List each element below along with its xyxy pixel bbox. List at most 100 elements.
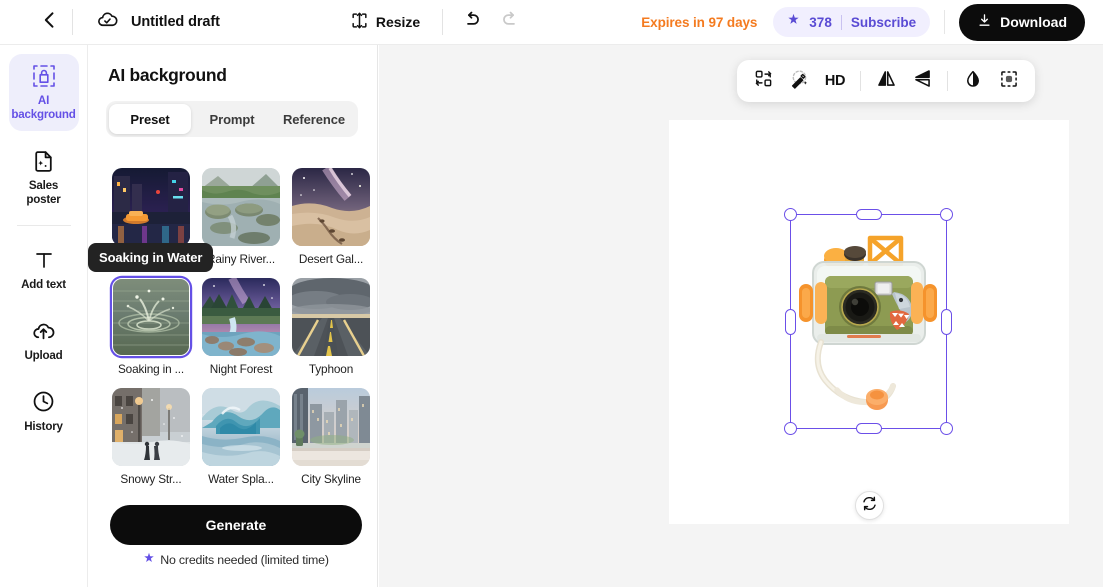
preset-thumbnail <box>112 278 190 356</box>
resize-handle-bottom-left[interactable] <box>784 422 797 435</box>
preset-item[interactable]: Night Forest <box>202 278 280 376</box>
preset-label: Night Forest <box>209 362 273 376</box>
preset-thumbnail <box>292 278 370 356</box>
flip-vertical-button[interactable] <box>907 66 937 96</box>
generate-button[interactable]: Generate <box>110 505 362 545</box>
panel-tabbar: Preset Prompt Reference <box>106 101 358 137</box>
sales-poster-icon <box>31 148 56 174</box>
tab-reference[interactable]: Reference <box>273 104 355 134</box>
rainy-city-night-thumb <box>112 168 190 246</box>
magic-eraser-button[interactable] <box>784 66 814 96</box>
credits-pill[interactable]: 378 Subscribe <box>773 7 931 37</box>
sidebar-item-label: Upload <box>24 348 63 362</box>
preset-thumbnail <box>202 278 280 356</box>
preset-item-selected[interactable]: Soaking in ... <box>112 278 190 376</box>
redo-icon <box>500 9 521 35</box>
night-forest-thumb <box>202 278 280 356</box>
typhoon-thumb <box>292 278 370 356</box>
top-toolbar: Untitled draft Resize Expires in 97 days… <box>0 0 1103 45</box>
upload-cloud-icon <box>31 318 56 344</box>
resize-handle-right[interactable] <box>941 308 952 335</box>
selection-bounding-box[interactable] <box>784 208 953 435</box>
undo-button[interactable] <box>461 9 482 35</box>
resize-icon <box>350 11 369 33</box>
rotate-handle[interactable] <box>855 491 884 520</box>
preset-item[interactable]: Typhoon <box>292 278 370 376</box>
preset-label: Soaking in ... <box>117 362 185 376</box>
document-title[interactable]: Untitled draft <box>131 14 220 30</box>
sidebar-item-upload[interactable]: Upload <box>9 309 79 372</box>
ai-background-icon <box>31 63 57 89</box>
remove-background-button[interactable] <box>994 66 1024 96</box>
remove-background-icon <box>999 69 1019 94</box>
panel-title: AI background <box>108 65 227 85</box>
preset-label: Rainy River... <box>206 252 276 266</box>
flip-vertical-icon <box>912 68 933 94</box>
flip-horizontal-button[interactable] <box>871 66 901 96</box>
preset-item[interactable]: Rainy River... <box>202 168 280 266</box>
tab-prompt[interactable]: Prompt <box>191 104 273 134</box>
sidebar-item-label: History <box>24 419 63 433</box>
rainy-river-thumb <box>202 168 280 246</box>
toolbar-divider <box>944 10 946 34</box>
editor-root: Untitled draft Resize Expires in 97 days… <box>0 0 1103 587</box>
snowy-street-thumb <box>112 388 190 466</box>
replace-object-icon <box>754 69 773 93</box>
redo-button[interactable] <box>500 9 521 35</box>
cloud-saved-icon <box>96 8 119 36</box>
preset-tooltip: Soaking in Water <box>88 243 214 272</box>
history-clock-icon <box>31 389 56 415</box>
canvas-area[interactable]: HD <box>379 45 1103 587</box>
resize-button[interactable]: Resize <box>350 11 420 33</box>
preset-item[interactable]: Desert Gal... <box>292 168 370 266</box>
preset-thumbnail <box>202 168 280 246</box>
left-rail: AI background Sales poster Add text Uplo… <box>0 45 88 587</box>
subscribe-link[interactable]: Subscribe <box>851 15 916 30</box>
resize-handle-bottom-right[interactable] <box>940 422 953 435</box>
resize-handle-top-right[interactable] <box>940 208 953 221</box>
preset-item[interactable]: Snowy Str... <box>112 388 190 486</box>
sidebar-item-ai-background[interactable]: AI background <box>8 54 79 132</box>
download-label: Download <box>1000 14 1067 30</box>
magic-eraser-icon <box>789 69 809 94</box>
preset-label: Snowy Str... <box>120 472 182 486</box>
history-controls <box>442 9 521 35</box>
preset-thumbnail <box>112 168 190 246</box>
hd-button[interactable]: HD <box>820 66 850 96</box>
toolbar-divider <box>860 71 861 91</box>
resize-handle-top-left[interactable] <box>784 208 797 221</box>
city-skyline-thumb <box>292 388 370 466</box>
sidebar-item-history[interactable]: History <box>9 380 79 443</box>
soaking-in-water-thumb <box>113 279 189 355</box>
undo-icon <box>461 9 482 35</box>
toolbar-divider <box>72 9 73 35</box>
sidebar-item-label: AI background <box>11 94 76 122</box>
preset-thumbnail <box>112 388 190 466</box>
preset-thumbnail <box>202 388 280 466</box>
credits-note: No credits needed (limited time) <box>110 552 362 567</box>
replace-object-button[interactable] <box>748 66 778 96</box>
contrast-droplet-icon <box>963 69 983 94</box>
sidebar-item-label: Sales poster <box>26 179 61 207</box>
tab-preset[interactable]: Preset <box>109 104 191 134</box>
credit-count: 378 <box>809 14 832 30</box>
resize-handle-left[interactable] <box>785 308 796 335</box>
object-toolbar: HD <box>737 60 1035 102</box>
expiry-notice: Expires in 97 days <box>641 14 758 30</box>
rail-divider <box>16 224 71 226</box>
preset-label: Typhoon <box>308 362 354 376</box>
contrast-button[interactable] <box>958 66 988 96</box>
add-text-icon <box>32 247 56 273</box>
download-button[interactable]: Download <box>959 3 1085 41</box>
sidebar-item-add-text[interactable]: Add text <box>9 238 79 301</box>
resize-handle-top[interactable] <box>855 209 882 220</box>
preset-item[interactable]: City Skyline <box>292 388 370 486</box>
sparkle-icon <box>143 552 155 567</box>
resize-label: Resize <box>375 14 421 30</box>
sidebar-item-sales-poster[interactable]: Sales poster <box>9 139 79 216</box>
chevron-left-icon <box>40 10 60 35</box>
flip-horizontal-icon <box>876 68 897 94</box>
back-button[interactable] <box>28 0 72 44</box>
resize-handle-bottom[interactable] <box>855 423 882 434</box>
preset-item[interactable]: Water Spla... <box>202 388 280 486</box>
